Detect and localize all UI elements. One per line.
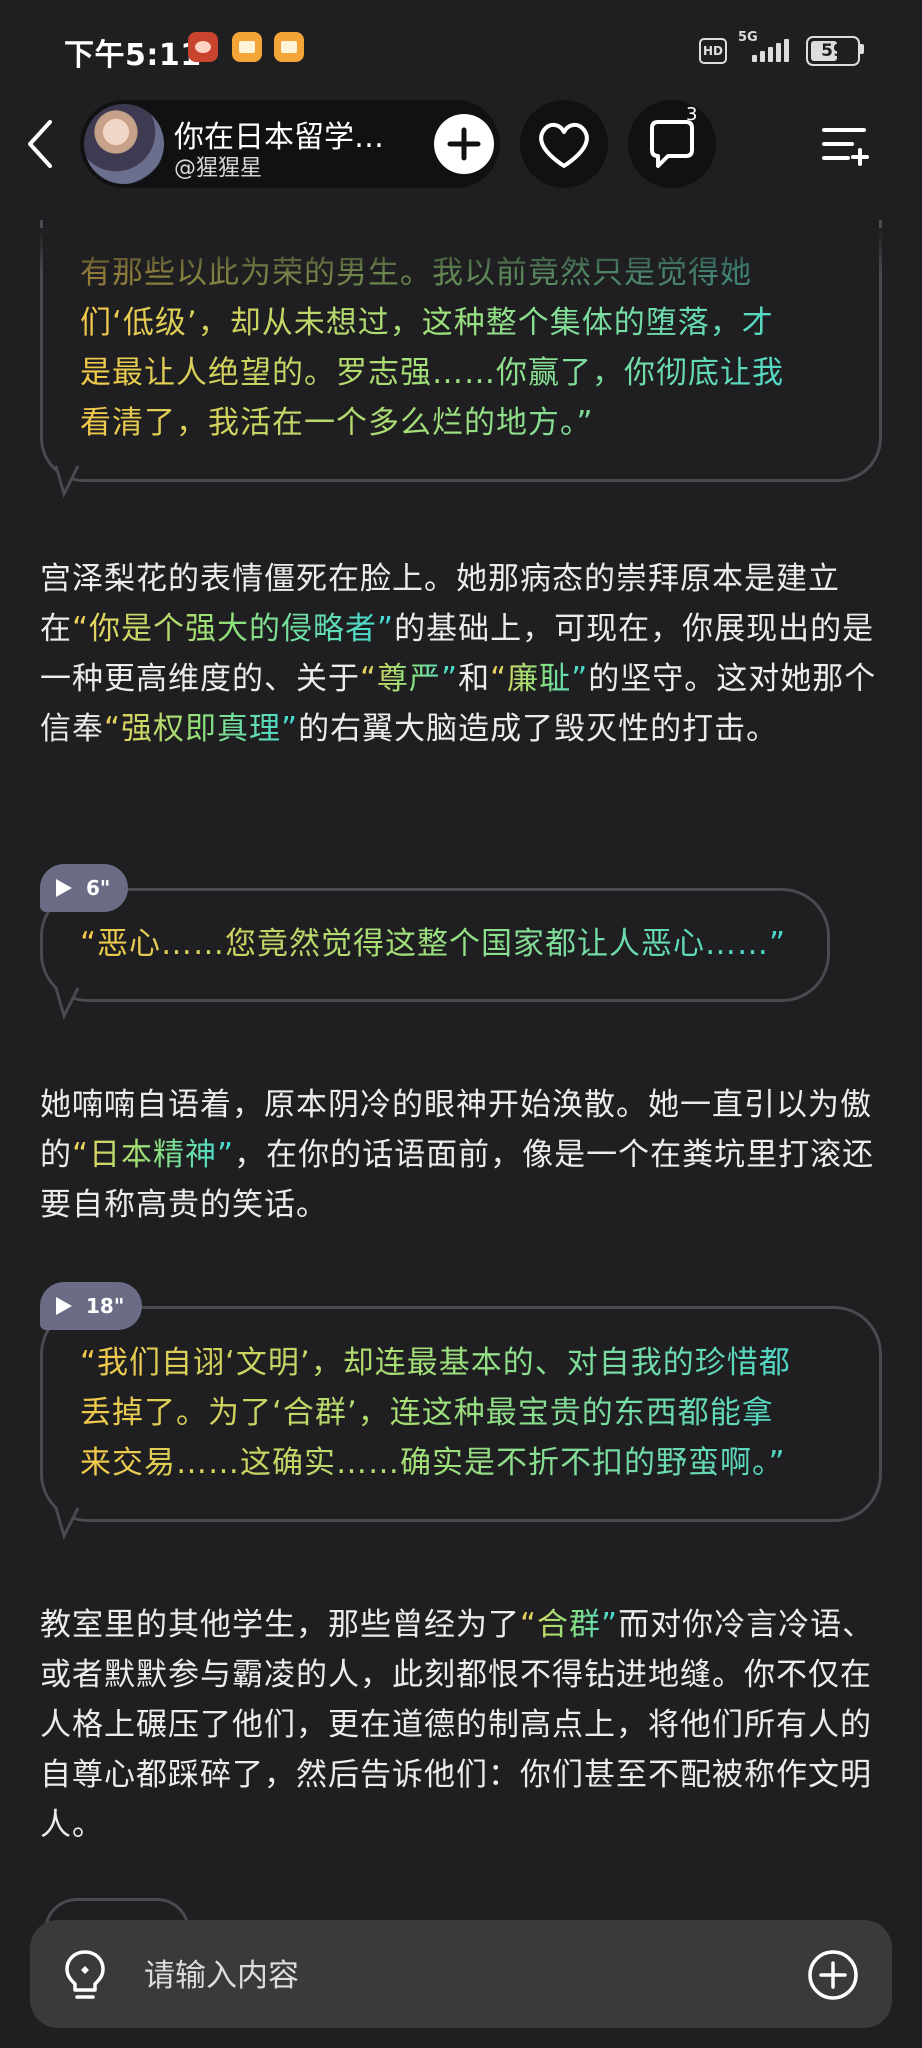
bubble-tail <box>54 987 80 1021</box>
menu-lines-icon[interactable] <box>818 116 872 172</box>
highlight-phrase: “合群” <box>520 1607 619 1643</box>
highlight-phrase: “廉耻” <box>490 661 589 697</box>
status-bar: 下午5:11 HD 5G 59 <box>0 0 922 96</box>
quote-line: 丢掉了。为了‘合群’，连这种最宝贵的东西都能拿 <box>80 1388 870 1438</box>
narration-paragraph: 教室里的其他学生，那些曾经为了“合群”而对你冷言冷语、或者默默参与霸凌的人，此刻… <box>40 1600 890 1850</box>
quote-line: 来交易……这确实……确实是不折不扣的野蛮啊。” <box>80 1438 870 1488</box>
quote-text: “恶心……您竟然觉得这整个国家都让人恶心……” <box>80 919 820 969</box>
chevron-left-icon[interactable] <box>20 116 60 172</box>
comment-button[interactable] <box>628 100 716 188</box>
quote-line: 们‘低级’，却从未想过，这种整个集体的堕落，才 <box>80 298 870 348</box>
bubble-tail <box>54 465 80 499</box>
avatar[interactable] <box>84 104 164 184</box>
narration-text: 和 <box>458 661 491 697</box>
message-input[interactable]: 请输入内容 <box>144 1950 299 1995</box>
highlight-phrase: “日本精神” <box>72 1137 235 1173</box>
battery-icon: 59 <box>806 36 860 66</box>
hd-icon: HD <box>699 38 727 64</box>
narration-text: 的右翼大脑造成了毁灭性的打击。 <box>298 711 779 747</box>
voice-play-button[interactable]: 6" <box>40 864 128 912</box>
status-time: 下午5:11 <box>64 38 202 73</box>
plus-icon <box>447 127 481 161</box>
battery-cap <box>860 44 864 54</box>
comment-count: 3 <box>686 104 698 125</box>
quote-line: 是最让人绝望的。罗志强……你赢了，你彻底让我 <box>80 348 870 398</box>
play-icon <box>56 1297 72 1315</box>
narration-paragraph: 宫泽梨花的表情僵死在脸上。她那病态的崇拜原本是建立在“你是个强大的侵略者”的基础… <box>40 554 890 754</box>
highlight-phrase: “强权即真理” <box>104 711 299 747</box>
highlight-phrase: “尊严” <box>360 661 459 697</box>
notification-app-icon <box>274 32 304 62</box>
signal-icon <box>752 38 792 62</box>
heart-icon <box>539 123 589 168</box>
voice-duration: 6" <box>86 876 111 900</box>
play-icon <box>56 879 72 897</box>
notification-app-icon <box>188 32 218 62</box>
scroll-fade <box>0 228 922 274</box>
highlight-phrase: “你是个强大的侵略者” <box>72 611 395 647</box>
lightbulb-icon[interactable] <box>62 1948 108 2004</box>
bubble-tail <box>54 1507 80 1541</box>
narration-paragraph: 她喃喃自语着，原本阴冷的眼神开始涣散。她一直引以为傲的“日本精神”，在你的话语面… <box>40 1080 890 1230</box>
narration-text: 教室里的其他学生，那些曾经为了 <box>40 1607 520 1643</box>
author-handle: @猩猩星 <box>174 156 263 181</box>
like-button[interactable] <box>520 100 608 188</box>
quote-text: “我们自诩‘文明’，却连最基本的、对自我的珍惜都 丢掉了。为了‘合群’，连这种最… <box>80 1338 870 1488</box>
voice-duration: 18" <box>86 1294 125 1318</box>
voice-play-button[interactable]: 18" <box>40 1282 142 1330</box>
battery-level: 59 <box>821 41 845 61</box>
quote-line: 看清了，我活在一个多么烂的地方。” <box>80 398 870 448</box>
circle-plus-icon[interactable] <box>806 1948 860 2002</box>
chat-bubble-icon <box>650 120 694 168</box>
quote-line: “我们自诩‘文明’，却连最基本的、对自我的珍惜都 <box>80 1338 870 1388</box>
quote-text: 有那些以此为荣的男生。我以前竟然只是觉得她 们‘低级’，却从未想过，这种整个集体… <box>80 248 870 448</box>
notification-app-icon <box>232 32 262 62</box>
follow-button[interactable] <box>434 114 494 174</box>
